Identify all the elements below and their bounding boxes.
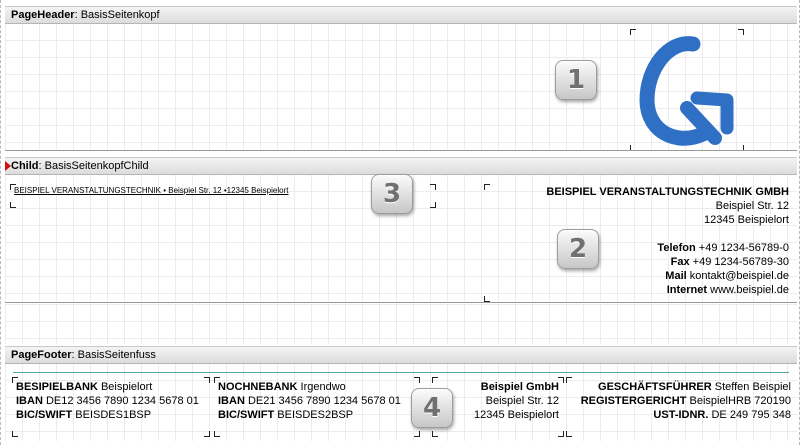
selection-corner-icon [214, 431, 220, 437]
footer-company-street: Beispiel Str. 12 [485, 395, 559, 407]
address-block-field[interactable]: BEISPIEL VERANSTALTUNGSTECHNIK GMBH Beis… [484, 184, 793, 302]
bank1-iban-label: IBAN [16, 395, 43, 407]
selection-corner-icon [10, 184, 16, 190]
mail-label: Mail [665, 270, 687, 282]
selection-corner-icon [414, 431, 420, 437]
selection-corner-icon [204, 431, 210, 437]
selection-corner-icon [630, 29, 636, 35]
internet-value: www.beispiel.de [710, 284, 789, 296]
footer-legal-field[interactable]: GESCHÄFTSFÜHRER Steffen Beispiel REGISTE… [566, 377, 793, 437]
register-value: BeispielHRB 720190 [689, 395, 791, 407]
bank2-bic-label: BIC/SWIFT [218, 409, 275, 421]
selection-corner-icon [484, 296, 490, 302]
selection-corner-icon [204, 377, 210, 383]
page-header-band[interactable]: PageHeader: BasisSeitenkopf 1 [5, 6, 797, 151]
selection-corner-icon [432, 431, 438, 437]
band-type-label: Child [11, 160, 39, 172]
band-type-label: PageFooter [11, 349, 72, 361]
address-company: BEISPIEL VERANSTALTUNGSTECHNIK GMBH [546, 186, 789, 198]
phone-value: +49 1234-56789-0 [698, 242, 789, 254]
ceo-value: Steffen Beispiel [714, 381, 791, 393]
bank1-name: Beispielort [100, 381, 153, 393]
selection-corner-icon [430, 184, 436, 190]
selection-corner-icon [214, 377, 220, 383]
page-footer-band-title[interactable]: PageFooter: BasisSeitenfuss [5, 346, 797, 364]
fax-value: +49 1234-56789-30 [692, 256, 789, 268]
vat-label: UST-IDNR. [653, 409, 709, 421]
address-city: 12345 Beispielort [703, 214, 789, 226]
bank2-bic: BEISDES2BSP [277, 409, 354, 421]
selection-corner-icon [414, 377, 420, 383]
selection-corner-icon [566, 377, 572, 383]
selection-corner-icon [430, 202, 436, 208]
selection-corner-icon [630, 145, 636, 150]
ceo-label: GESCHÄFTSFÜHRER [598, 381, 712, 393]
band-marker-icon [5, 161, 11, 171]
internet-label: Internet [666, 284, 708, 296]
footer-company-field[interactable]: Beispiel GmbH Beispiel Str. 12 12345 Bei… [432, 377, 564, 437]
callout-badge-2: 2 [557, 229, 599, 269]
footer-company-city: 12345 Beispielort [473, 409, 559, 421]
selection-corner-icon [738, 145, 744, 150]
bank2-name: Irgendwo [300, 381, 346, 393]
bank2-iban: DE21 3456 7890 1234 5678 01 [247, 395, 401, 407]
bank2-name-label: NOCHNEBANK [218, 381, 298, 393]
register-label: REGISTERGERICHT [580, 395, 687, 407]
page-footer-band[interactable]: PageFooter: BasisSeitenfuss BESIPIELBANK… [5, 346, 797, 441]
callout-badge-1: 1 [555, 60, 597, 100]
fax-label: Fax [670, 256, 690, 268]
selection-corner-icon [12, 431, 18, 437]
page-header-band-title[interactable]: PageHeader: BasisSeitenkopf [5, 6, 797, 24]
logo-image[interactable] [630, 29, 744, 150]
selection-corner-icon [10, 202, 16, 208]
selection-corner-icon [558, 377, 564, 383]
phone-label: Telefon [657, 242, 696, 254]
child-band-title[interactable]: Child: BasisSeitenkopfChild [5, 157, 797, 175]
footer-company-name: Beispiel GmbH [480, 381, 559, 393]
bank1-name-label: BESIPIELBANK [16, 381, 98, 393]
bank1-bic: BEISDES1BSP [75, 409, 152, 421]
address-street: Beispiel Str. 12 [715, 200, 789, 212]
child-band[interactable]: Child: BasisSeitenkopfChild BEISPIEL VER… [5, 157, 797, 303]
footer-bank1-field[interactable]: BESIPIELBANK Beispielort IBAN DE12 3456 … [12, 377, 210, 437]
bank1-bic-label: BIC/SWIFT [16, 409, 73, 421]
bank1-iban: DE12 3456 7890 1234 5678 01 [45, 395, 199, 407]
callout-badge-3: 3 [371, 174, 413, 214]
mail-value: kontakt@beispiel.de [689, 270, 789, 282]
footer-bank2-field[interactable]: NOCHNEBANK Irgendwo IBAN DE21 3456 7890 … [214, 377, 420, 437]
band-name-label: BasisSeitenkopf [80, 9, 160, 21]
selection-corner-icon [432, 377, 438, 383]
selection-corner-icon [558, 431, 564, 437]
band-name-label: BasisSeitenfuss [77, 349, 156, 361]
band-name-label: BasisSeitenkopfChild [44, 160, 149, 172]
band-type-label: PageHeader [11, 9, 75, 21]
empty-band-area [5, 304, 797, 344]
report-designer-canvas: PageHeader: BasisSeitenkopf 1 Child: Bas… [0, 0, 800, 445]
selection-corner-icon [484, 184, 490, 190]
vat-value: DE 249 795 348 [711, 409, 791, 421]
selection-corner-icon [12, 377, 18, 383]
bank2-iban-label: IBAN [218, 395, 245, 407]
selection-corner-icon [566, 431, 572, 437]
selection-corner-icon [738, 29, 744, 35]
footer-divider-line [13, 372, 789, 373]
g-arrow-logo-icon [639, 36, 734, 146]
